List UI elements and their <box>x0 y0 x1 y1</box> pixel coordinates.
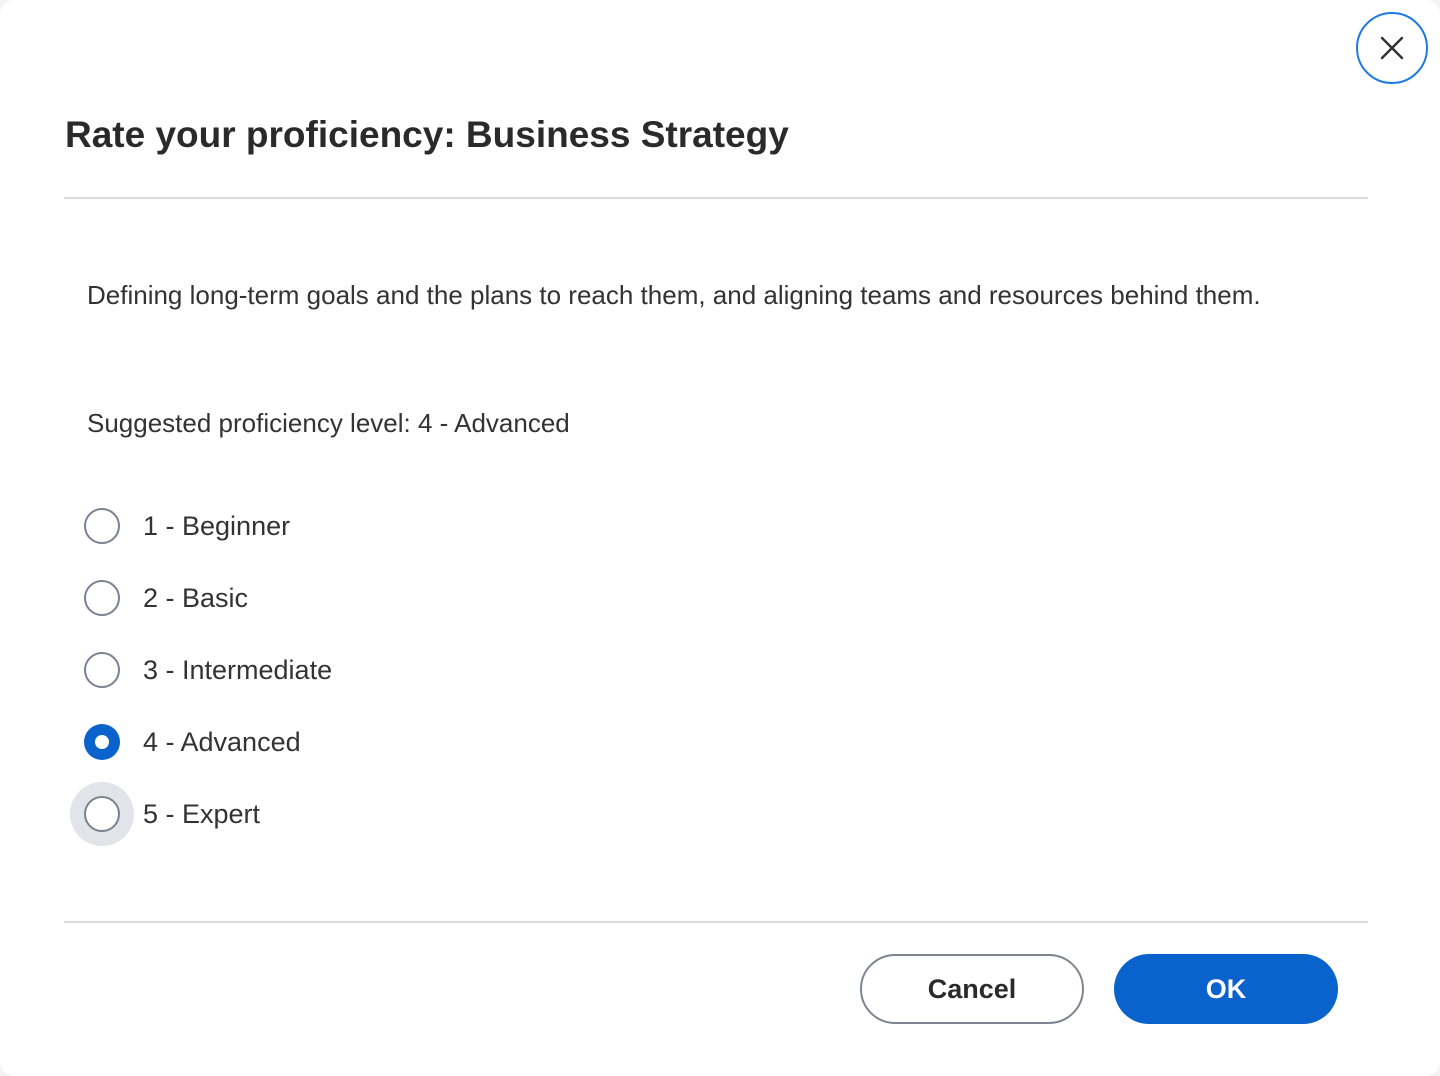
option-label: 2 - Basic <box>143 582 249 613</box>
option-advanced[interactable]: 4 - Advanced <box>70 710 670 774</box>
radio-button[interactable] <box>84 652 120 688</box>
option-label: 1 - Beginner <box>143 510 291 541</box>
radio-button[interactable] <box>84 580 120 616</box>
footer-divider <box>64 921 1368 923</box>
option-intermediate[interactable]: 3 - Intermediate <box>70 638 670 702</box>
close-button[interactable] <box>1356 12 1428 84</box>
skill-description: Defining long-term goals and the plans t… <box>87 280 1261 310</box>
option-basic[interactable]: 2 - Basic <box>70 566 670 630</box>
option-beginner[interactable]: 1 - Beginner <box>70 494 670 558</box>
dialog-title: Rate your proficiency: Business Strategy <box>65 114 789 155</box>
option-label: 4 - Advanced <box>143 726 301 757</box>
close-icon <box>1380 36 1404 60</box>
header-divider <box>64 197 1368 199</box>
option-expert[interactable]: 5 - Expert <box>70 782 670 846</box>
radio-button[interactable] <box>84 508 120 544</box>
option-label: 3 - Intermediate <box>143 654 333 685</box>
suggested-level-text: Suggested proficiency level: 4 - Advance… <box>87 408 570 438</box>
proficiency-dialog: Rate your proficiency: Business Strategy… <box>0 0 1440 1076</box>
ok-button[interactable]: OK <box>1114 954 1338 1024</box>
radio-button[interactable] <box>84 724 120 760</box>
cancel-button[interactable]: Cancel <box>860 954 1084 1024</box>
option-label: 5 - Expert <box>143 798 261 829</box>
radio-button[interactable] <box>84 796 120 832</box>
